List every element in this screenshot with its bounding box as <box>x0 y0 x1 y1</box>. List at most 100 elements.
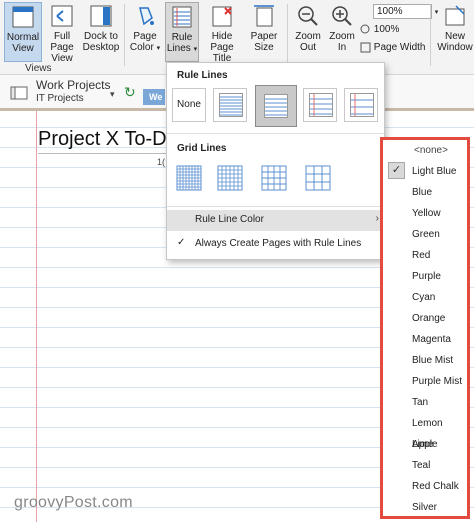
new-window-button[interactable]: New Window <box>436 2 474 62</box>
color-option-label: Yellow <box>412 208 441 219</box>
color-option-orange[interactable]: Orange <box>383 308 467 329</box>
zoom-out-button[interactable]: Zoom Out <box>291 2 325 62</box>
notebook-section[interactable]: IT Projects <box>36 93 84 104</box>
color-option-purple-mist[interactable]: Purple Mist <box>383 371 467 392</box>
color-option-tan[interactable]: Tan <box>383 392 467 413</box>
color-option-none[interactable]: <none> <box>383 140 467 161</box>
color-option-label: Green <box>412 229 440 240</box>
color-option-lemon-lime[interactable]: Lemon Lime <box>383 413 467 450</box>
paper-size-button[interactable]: Paper Size <box>247 2 281 62</box>
color-option-magenta[interactable]: Magenta <box>383 329 467 350</box>
menu-divider <box>167 133 384 134</box>
zoom-out-icon <box>298 6 318 26</box>
chevron-right-icon: › <box>375 213 379 224</box>
normal-view-button[interactable]: Normal View <box>4 2 42 62</box>
ribbon-separator <box>124 4 125 66</box>
grid-large-option[interactable] <box>257 161 291 195</box>
color-option-yellow[interactable]: Yellow <box>383 203 467 224</box>
rule-lines-header: Rule Lines <box>177 70 228 81</box>
page-margin-line <box>36 111 37 522</box>
color-option-label: Purple Mist <box>412 376 463 387</box>
color-option-blue[interactable]: Blue <box>383 182 467 203</box>
color-option-label: Blue Mist <box>412 355 454 366</box>
zoom-100-button[interactable]: 100% <box>360 22 399 38</box>
grid-xlarge-option[interactable] <box>301 161 335 195</box>
checkmark-icon: ✓ <box>177 237 186 248</box>
color-option-label: Light Blue <box>412 166 457 177</box>
dock-to-desktop-button[interactable]: Dock to Desktop <box>82 2 120 62</box>
page-width-button[interactable]: Page Width <box>360 40 425 56</box>
large-grid-icon <box>261 165 287 191</box>
zoom-in-icon <box>332 6 352 26</box>
color-option-label: Silver <box>412 502 438 513</box>
small-grid-icon <box>176 165 202 191</box>
standard-rule-icon <box>309 93 333 117</box>
grid-medium-option[interactable] <box>213 161 247 195</box>
medium-grid-icon <box>217 165 243 191</box>
zoom-in-button[interactable]: Zoom In <box>326 2 358 62</box>
color-option-silver[interactable]: Silver <box>383 497 467 518</box>
paper-size-icon <box>254 5 274 27</box>
color-option-light-blue[interactable]: Light Blue <box>383 161 467 182</box>
rule-line-color-label: Rule Line Color <box>195 214 264 225</box>
notebook-dropdown-icon[interactable]: ▾ <box>110 89 115 100</box>
color-option-label: Purple <box>412 271 441 282</box>
rule-narrow-option[interactable] <box>213 88 247 122</box>
views-group-label: Views <box>25 63 52 74</box>
ribbon-separator <box>430 4 431 66</box>
rule-line-color-submenu: ✓ <none> Light Blue Blue Yellow Green Red Purp… <box>380 137 470 519</box>
color-option-label: Cyan <box>412 292 436 303</box>
wide-rule-icon <box>350 93 374 117</box>
color-option-red-chalk[interactable]: Red Chalk <box>383 476 467 497</box>
color-option-label: Apple <box>412 439 438 450</box>
page-title-underline <box>38 153 168 154</box>
notebook-icon[interactable] <box>10 85 30 101</box>
rule-lines-menu: Rule Lines None Grid Lines Rule Line Col… <box>166 62 385 260</box>
rule-wide-option[interactable] <box>344 88 378 122</box>
menu-divider <box>167 206 384 207</box>
notebook-name[interactable]: Work Projects <box>36 78 110 92</box>
new-window-icon <box>445 5 465 26</box>
color-option-label: Magenta <box>412 334 451 345</box>
color-option-label: Tan <box>412 397 429 408</box>
rule-lines-icon <box>172 6 192 28</box>
page-title[interactable]: Project X To-Do <box>38 128 178 151</box>
always-create-rule-lines-option[interactable]: Always Create Pages with Rule Lines <box>195 238 361 249</box>
color-option-green[interactable]: Green <box>383 224 467 245</box>
rule-college-option[interactable] <box>255 85 297 127</box>
full-page-view-icon <box>51 5 73 27</box>
hide-page-title-button[interactable]: Hide Page Title <box>202 2 242 64</box>
zoom-level-select[interactable]: 100% ▾ <box>360 4 438 20</box>
magnifier-icon <box>360 24 370 34</box>
page-color-icon <box>139 7 154 26</box>
grid-small-option[interactable] <box>172 161 206 195</box>
xlarge-grid-icon <box>305 165 331 191</box>
color-option-label: <none> <box>414 145 448 156</box>
color-option-label: Red <box>412 250 431 261</box>
zoom-level-value[interactable]: 100% <box>373 4 432 19</box>
color-option-red[interactable]: Red <box>383 245 467 266</box>
page-color-button[interactable]: Page Color ▾ <box>128 2 162 62</box>
color-option-label: Red Chalk <box>412 481 459 492</box>
color-option-teal[interactable]: Teal <box>383 455 467 476</box>
sync-icon[interactable]: ↻ <box>124 84 136 101</box>
page-width-icon <box>360 42 371 53</box>
color-option-purple[interactable]: Purple <box>383 266 467 287</box>
section-tab[interactable]: We <box>143 89 165 105</box>
color-option-apple[interactable]: Apple <box>383 434 467 455</box>
college-rule-icon <box>264 94 288 118</box>
color-option-blue-mist[interactable]: Blue Mist <box>383 350 467 371</box>
rule-none-option[interactable]: None <box>172 88 206 122</box>
hide-page-title-icon <box>212 6 232 27</box>
watermark: groovyPost.com <box>14 494 133 511</box>
color-option-cyan[interactable]: Cyan <box>383 287 467 308</box>
color-option-label: Blue <box>412 187 433 198</box>
rule-line-color-menu-item[interactable]: Rule Line Color › <box>167 210 384 231</box>
ribbon-separator <box>287 4 288 66</box>
color-option-label: Orange <box>412 313 446 324</box>
page-date: 1( <box>157 157 166 167</box>
rule-standard-option[interactable] <box>303 88 337 122</box>
rule-lines-button[interactable]: Rule Lines ▾ <box>165 2 199 62</box>
narrow-rule-icon <box>219 93 243 117</box>
full-page-view-button[interactable]: Full Page View <box>43 2 81 64</box>
